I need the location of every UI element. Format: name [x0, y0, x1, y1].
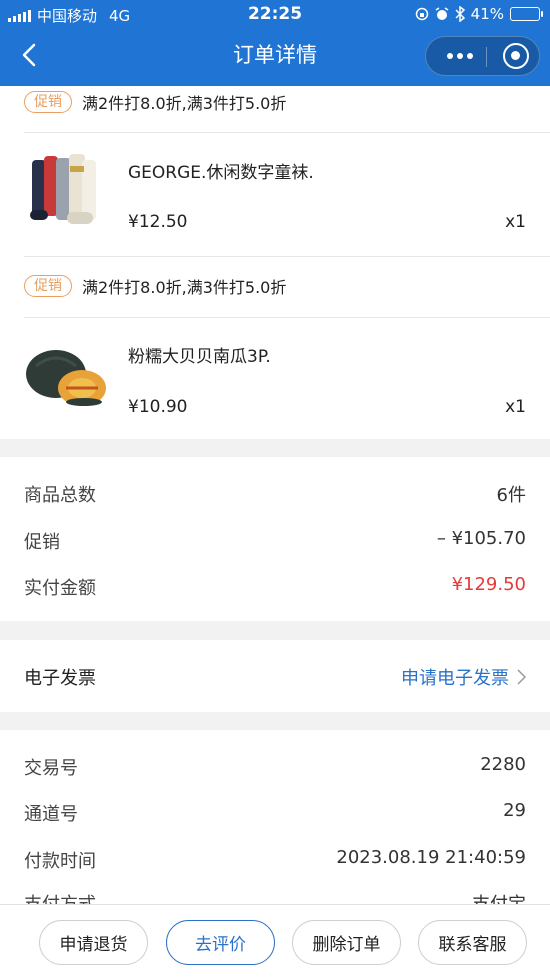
promo-discount-row: 促销 – ¥105.70 — [24, 528, 526, 554]
total-count-label: 商品总数 — [24, 485, 96, 506]
product-quantity: x1 — [505, 397, 526, 417]
channel-no-label: 通道号 — [24, 804, 78, 825]
trade-no-label: 交易号 — [24, 758, 78, 779]
apply-invoice-link[interactable]: 申请电子发票 — [401, 664, 526, 690]
mini-program-capsule — [425, 36, 540, 76]
more-menu-button[interactable] — [440, 37, 480, 75]
pay-method-value: 支付宝 — [472, 890, 526, 904]
product-name: GEORGE.休闲数字童袜. — [128, 163, 314, 183]
pay-time-label: 付款时间 — [24, 851, 96, 872]
summary-section: 商品总数 6件 促销 – ¥105.70 实付金额 ¥129.50 — [0, 457, 550, 621]
pay-time-row: 付款时间 2023.08.19 21:40:59 — [24, 847, 526, 873]
promo-tag: 促销 — [24, 91, 72, 113]
paid-amount-label: 实付金额 — [24, 578, 96, 599]
pumpkin-product-image — [26, 350, 106, 406]
status-bar: 中国移动 4G 22:25 41% — [0, 0, 550, 28]
promo-discount-value: – ¥105.70 — [436, 528, 526, 549]
channel-no-row: 通道号 29 — [24, 800, 526, 826]
paid-amount-value: ¥129.50 — [451, 574, 526, 595]
alarm-icon — [435, 7, 449, 20]
bottom-action-bar: 申请退货 去评价 删除订单 联系客服 — [0, 904, 550, 977]
promo-row: 促销 满2件打8.0折,满3件打5.0折 — [24, 90, 286, 114]
socks-product-image — [30, 154, 96, 224]
write-review-button[interactable]: 去评价 — [166, 920, 275, 965]
promo-tag: 促销 — [24, 275, 72, 297]
rotation-lock-icon — [415, 7, 428, 21]
channel-no-value: 29 — [503, 800, 526, 821]
total-count-row: 商品总数 6件 — [24, 481, 526, 507]
promo-discount-label: 促销 — [24, 532, 60, 553]
total-count-value: 6件 — [496, 485, 526, 506]
battery-percent: 41% — [470, 5, 504, 23]
details-section: 交易号 2280 通道号 29 付款时间 2023.08.19 21:40:59… — [0, 730, 550, 904]
apply-invoice-text: 申请电子发票 — [401, 668, 509, 689]
invoice-label: 电子发票 — [24, 668, 96, 689]
promo-row: 促销 满2件打8.0折,满3件打5.0折 — [24, 274, 286, 298]
promo-text: 满2件打8.0折,满3件打5.0折 — [82, 278, 287, 297]
product-name: 粉糯大贝贝南瓜3P. — [128, 347, 271, 367]
invoice-section[interactable]: 电子发票 申请电子发票 — [0, 640, 550, 712]
contact-service-button[interactable]: 联系客服 — [418, 920, 527, 965]
battery-icon — [510, 7, 543, 21]
pay-time-value: 2023.08.19 21:40:59 — [336, 847, 526, 868]
delete-order-button[interactable]: 删除订单 — [292, 920, 401, 965]
pay-method-label: 支付方式 — [24, 890, 96, 904]
product-quantity: x1 — [505, 212, 526, 232]
chevron-right-icon — [517, 669, 526, 685]
product-price: ¥10.90 — [128, 397, 188, 417]
close-mini-program-button[interactable] — [503, 43, 529, 69]
promo-text: 满2件打8.0折,满3件打5.0折 — [82, 94, 287, 113]
pay-method-row: 支付方式 支付宝 — [24, 890, 526, 904]
trade-no-row: 交易号 2280 — [24, 754, 526, 780]
header: 中国移动 4G 22:25 41% 订单详情 — [0, 0, 550, 86]
paid-amount-row: 实付金额 ¥129.50 — [24, 574, 526, 600]
items-section: 促销 满2件打8.0折,满3件打5.0折 GEORGE.休闲数字童袜. ¥12.… — [0, 86, 550, 439]
request-refund-button[interactable]: 申请退货 — [39, 920, 148, 965]
bluetooth-icon — [455, 6, 465, 22]
product-price: ¥12.50 — [128, 212, 188, 232]
trade-no-value: 2280 — [480, 754, 526, 775]
